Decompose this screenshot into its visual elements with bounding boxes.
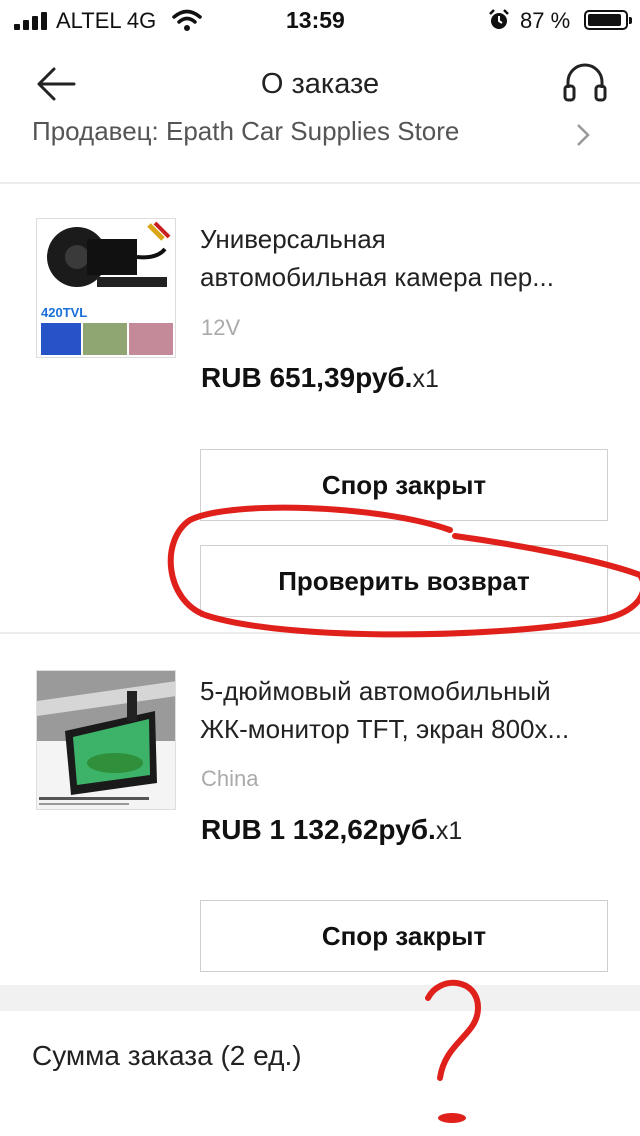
price-value: RUB 1 132,62руб. [201,814,436,845]
check-return-button[interactable]: Проверить возврат [200,545,608,617]
product-title-line: автомобильная камера пер... [200,262,554,292]
carrier-name: ALTEL 4G [56,8,157,33]
product-variant: China [201,766,259,791]
divider [0,632,640,634]
product-variant: 12V [201,315,241,340]
chevron-right-icon [577,124,590,146]
quantity: x1 [435,817,463,845]
product-title-line: 5-дюймовый автомобильный [200,676,551,706]
product-title[interactable]: 5-дюймовый автомобильный ЖК-монитор TFT,… [200,672,610,748]
product-price: RUB 651,39руб.x1 [201,362,439,394]
section-separator [0,985,640,1011]
product-title-line: Универсальная [200,224,386,254]
battery-percent: 87 % [520,8,571,33]
status-bar: ALTEL 4G 13:59 87 % [0,0,640,42]
product-thumbnail[interactable]: 420TVL [36,218,176,358]
seller-name: Продавец: Epath Car Supplies Store [32,116,460,146]
signal-strength-icon [14,12,50,30]
resolution-badge: 420TVL [41,305,88,320]
clock: 13:59 [286,7,345,33]
divider [0,182,640,184]
dispute-closed-button[interactable]: Спор закрыт [200,900,608,972]
order-total-label: Сумма заказа (2 ед.) [32,1040,302,1071]
product-title[interactable]: Универсальная автомобильная камера пер..… [200,220,610,296]
product-title-line: ЖК-монитор TFT, экран 800x... [200,714,570,744]
camera-product-image [37,219,175,357]
product-thumbnail[interactable] [36,670,176,810]
monitor-product-image [37,671,175,809]
alarm-icon [489,9,509,29]
page-title: О заказе [260,68,380,100]
seller-row[interactable]: Продавец: Epath Car Supplies Store [0,100,640,182]
price-value: RUB 651,39руб. [201,362,413,393]
wifi-icon [172,9,202,31]
quantity: x1 [412,365,439,393]
red-question-dot [438,1113,466,1123]
battery-icon [584,10,632,30]
dispute-closed-button[interactable]: Спор закрыт [200,449,608,521]
product-price: RUB 1 132,62руб.x1 [201,814,462,846]
